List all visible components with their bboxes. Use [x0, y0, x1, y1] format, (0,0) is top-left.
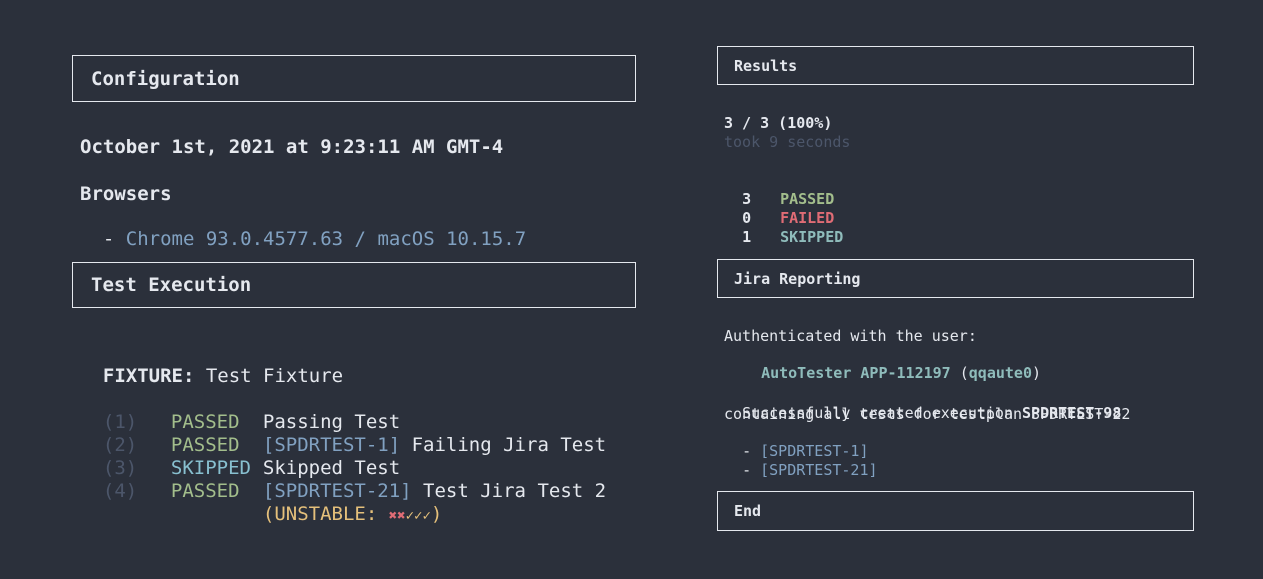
test-number: (4)	[102, 480, 138, 502]
configuration-header-box: Configuration	[72, 55, 636, 102]
jira-user-line: AutoTester APP-112197 (qqaute0)	[743, 346, 1041, 382]
end-header-box: End	[717, 491, 1194, 531]
jira-issue-link[interactable]: [SPDRTEST-21]	[760, 461, 877, 479]
unstable-close: )	[430, 503, 443, 525]
test-execution-header-box: Test Execution	[72, 262, 636, 308]
test-execution-header: Test Execution	[91, 274, 252, 296]
fixture-label: FIXTURE:	[102, 365, 195, 387]
browser-prefix: -	[102, 228, 126, 250]
jira-containing-line: containing all tests for testplan SPDRTE…	[724, 405, 1131, 423]
unstable-pass-marks: ✓✓✓	[405, 508, 431, 524]
results-duration: took 9 seconds	[724, 133, 851, 151]
jira-reporting-header: Jira Reporting	[734, 269, 861, 288]
results-ratio: 3 / 3 (100%)	[724, 114, 833, 132]
jira-issue-item: - [SPDRTEST-21]	[724, 443, 877, 479]
unstable-open: (UNSTABLE:	[262, 503, 389, 525]
configuration-header: Configuration	[91, 67, 240, 90]
skipped-label: SKIPPED	[780, 228, 844, 246]
jira-auth-line: Authenticated with the user:	[724, 327, 977, 345]
fixture-name: Test Fixture	[194, 365, 344, 387]
run-date: October 1st, 2021 at 9:23:11 AM GMT-4	[80, 136, 504, 158]
test-name: Failing Jira Test	[400, 434, 607, 456]
jira-reporting-header-box: Jira Reporting	[717, 259, 1194, 298]
jira-issue-prefix: -	[742, 461, 761, 479]
end-header: End	[734, 502, 762, 520]
unstable-fail-marks: ✖✖	[388, 508, 406, 524]
jira-user-id-open: (	[950, 364, 969, 382]
browser-line: - Chrome 93.0.4577.63 / macOS 10.15.7	[80, 206, 526, 250]
results-header-box: Results	[717, 46, 1194, 85]
jira-user-name: AutoTester APP-112197	[761, 364, 951, 382]
fixture-line: FIXTURE: Test Fixture	[80, 343, 343, 387]
browser-name: Chrome 93.0.4577.63 / macOS 10.15.7	[125, 228, 527, 250]
skipped-count-row: 1 SKIPPED	[724, 210, 843, 246]
skipped-count: 1	[742, 228, 752, 246]
browsers-label: Browsers	[80, 183, 172, 205]
jira-user-id: qqaute0	[968, 364, 1032, 382]
unstable-line: (UNSTABLE: ✖✖✓✓✓)	[240, 481, 442, 525]
results-header: Results	[734, 56, 798, 75]
jira-user-id-close: )	[1032, 364, 1042, 382]
